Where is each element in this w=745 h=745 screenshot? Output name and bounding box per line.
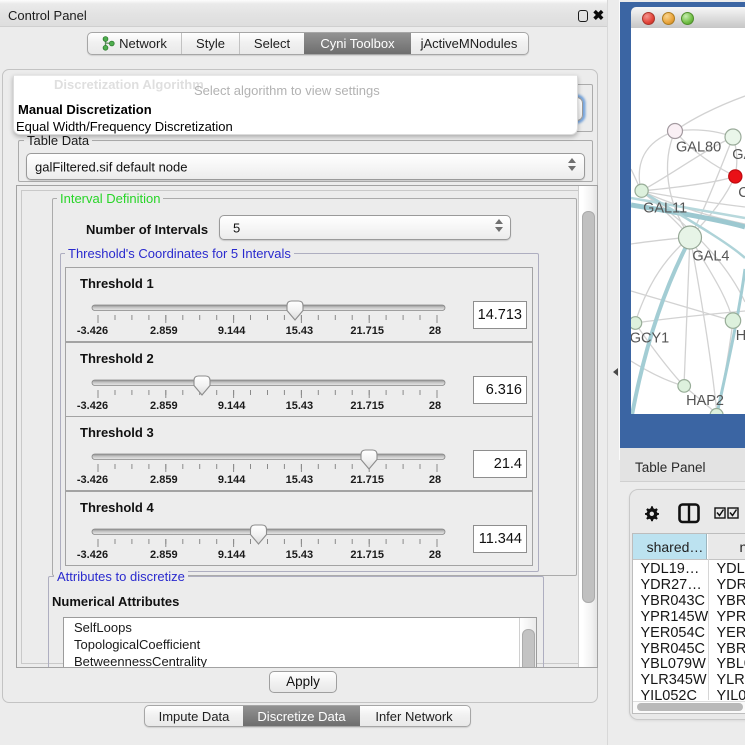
svg-text:15.43: 15.43 (286, 549, 314, 561)
svg-text:21.715: 21.715 (350, 325, 384, 337)
svg-text:21.715: 21.715 (350, 549, 384, 561)
svg-text:9.144: 9.144 (218, 325, 246, 337)
svg-text:28: 28 (429, 400, 441, 412)
svg-text:9.144: 9.144 (218, 400, 246, 412)
svg-text:GAL11: GAL11 (643, 200, 687, 216)
svg-text:28: 28 (429, 549, 441, 561)
svg-text:GCY1: GCY1 (631, 330, 669, 346)
svg-text:-3.426: -3.426 (77, 474, 108, 486)
svg-text:2.859: 2.859 (150, 400, 178, 412)
svg-text:-3.426: -3.426 (77, 325, 108, 337)
svg-text:GAL4: GAL4 (692, 248, 729, 264)
svg-text:9.144: 9.144 (218, 474, 246, 486)
svg-text:-3.426: -3.426 (77, 400, 108, 412)
svg-text:2.859: 2.859 (150, 325, 178, 337)
svg-text:C: C (738, 185, 745, 201)
svg-text:2.859: 2.859 (150, 474, 178, 486)
svg-text:28: 28 (429, 325, 441, 337)
svg-text:28: 28 (429, 474, 441, 486)
svg-text:9.144: 9.144 (218, 549, 246, 561)
svg-text:HIS4: HIS4 (736, 328, 745, 344)
svg-text:GAL80: GAL80 (732, 147, 745, 163)
svg-text:15.43: 15.43 (286, 400, 314, 412)
svg-text:GAL80: GAL80 (676, 139, 721, 155)
svg-text:2.859: 2.859 (150, 549, 178, 561)
svg-text:15.43: 15.43 (286, 474, 314, 486)
svg-text:15.43: 15.43 (286, 325, 314, 337)
svg-text:21.715: 21.715 (350, 474, 384, 486)
svg-text:-3.426: -3.426 (77, 549, 108, 561)
svg-text:21.715: 21.715 (350, 400, 384, 412)
svg-text:HAP2: HAP2 (686, 393, 724, 409)
